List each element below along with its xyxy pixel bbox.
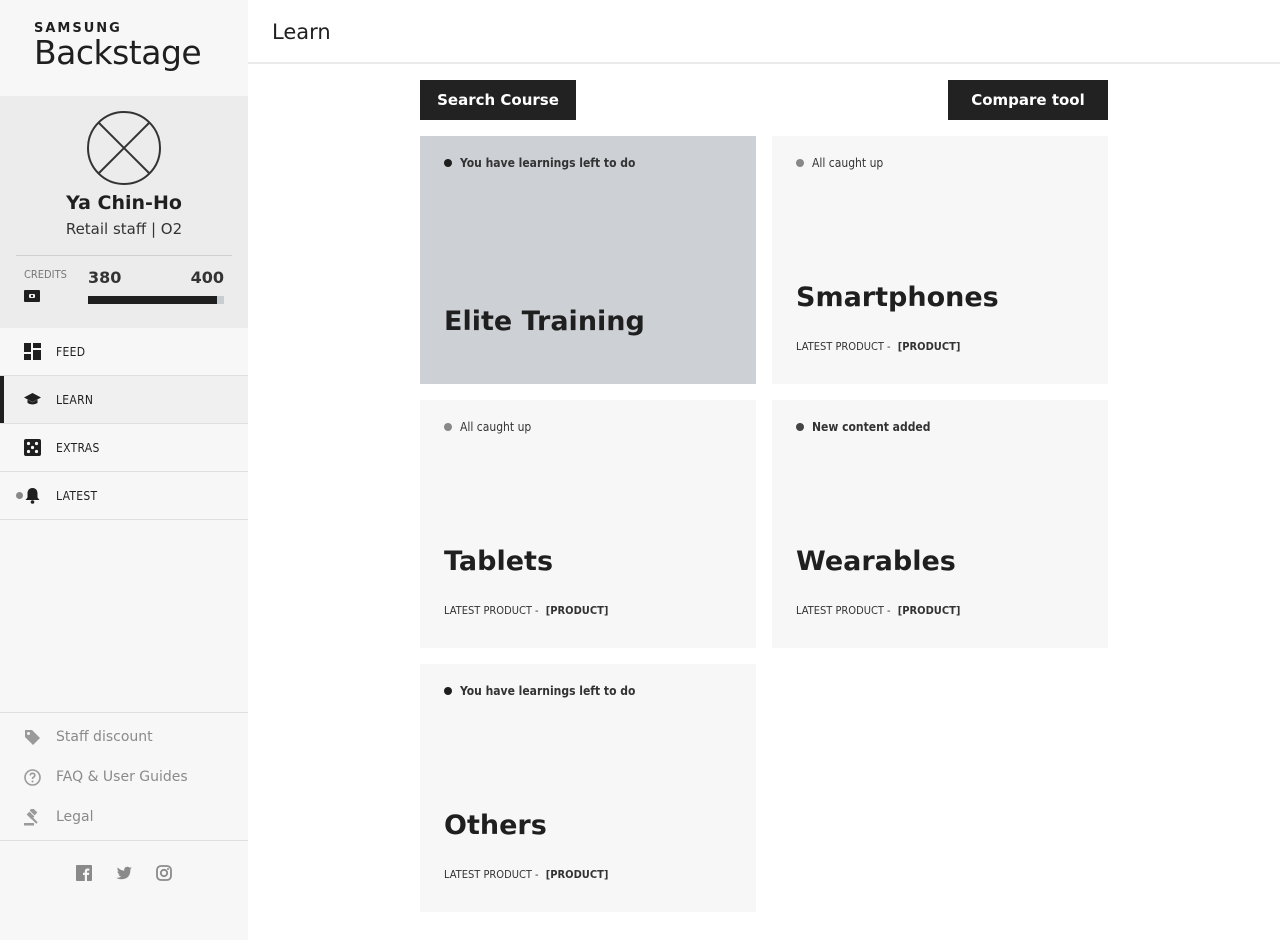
status-dot <box>444 159 452 167</box>
latest-product-value: [PRODUCT] <box>897 604 961 617</box>
graduation-cap-icon <box>24 393 41 405</box>
card-latest-product: LATEST PRODUCT - [PRODUCT] <box>444 604 608 617</box>
status-dot <box>796 159 804 167</box>
sidebar: SAMSUNG Backstage Ya Chin-Ho Retail staf… <box>0 0 248 940</box>
brand-name: Backstage <box>34 33 202 72</box>
nav-item-learn[interactable]: LEARN <box>0 376 248 424</box>
nav-item-extras[interactable]: EXTRAS <box>0 424 248 472</box>
card-status: All caught up <box>444 420 531 434</box>
dashboard-icon <box>24 343 41 360</box>
nav-label-learn: LEARN <box>56 392 94 407</box>
faq-link[interactable]: FAQ & User Guides <box>0 757 248 797</box>
brand-logo[interactable]: SAMSUNG Backstage <box>0 0 248 96</box>
help-circle-icon <box>24 768 41 786</box>
latest-product-label: LATEST PRODUCT - <box>796 604 891 617</box>
card-title: Wearables <box>796 546 956 577</box>
wallet-icon <box>24 290 40 302</box>
bell-icon <box>25 488 40 504</box>
latest-product-label: LATEST PRODUCT - <box>444 604 539 617</box>
card-status-text: You have learnings left to do <box>460 684 636 698</box>
credits-label: CREDITS <box>24 268 67 281</box>
staff-discount-label: Staff discount <box>56 729 153 745</box>
card-status-text: New content added <box>812 420 931 434</box>
card-title: Smartphones <box>796 282 999 313</box>
credits-progress-fill <box>88 296 218 304</box>
faq-label: FAQ & User Guides <box>56 769 188 785</box>
card-status: You have learnings left to do <box>444 684 635 698</box>
instagram-icon[interactable] <box>156 865 172 881</box>
notification-dot <box>16 492 23 499</box>
card-title: Others <box>444 810 547 841</box>
legal-link[interactable]: Legal <box>0 797 248 837</box>
course-card-tablets[interactable]: All caught up Tablets LATEST PRODUCT - [… <box>420 400 756 648</box>
avatar[interactable] <box>86 110 162 186</box>
credits-progress-bar <box>88 296 224 304</box>
twitter-icon[interactable] <box>116 865 132 881</box>
nav-item-feed[interactable]: FEED <box>0 328 248 376</box>
profile-role: Retail staff | O2 <box>65 220 183 238</box>
card-status: You have learnings left to do <box>444 156 635 170</box>
legal-label: Legal <box>56 809 94 825</box>
card-status: All caught up <box>796 156 883 170</box>
latest-product-value: [PRODUCT] <box>545 604 609 617</box>
status-dot <box>444 423 452 431</box>
tag-icon <box>25 729 40 745</box>
card-latest-product: LATEST PRODUCT - [PRODUCT] <box>796 604 960 617</box>
card-status-text: All caught up <box>812 156 884 170</box>
course-card-wearables[interactable]: New content added Wearables LATEST PRODU… <box>772 400 1108 648</box>
credits-value: 380 <box>88 268 122 287</box>
latest-product-label: LATEST PRODUCT - <box>444 868 539 881</box>
nav-label-extras: EXTRAS <box>56 440 100 455</box>
nav-label-latest: LATEST <box>56 488 98 503</box>
page-title: Learn <box>272 20 331 44</box>
card-latest-product: LATEST PRODUCT - [PRODUCT] <box>444 868 608 881</box>
search-course-button[interactable]: Search Course <box>420 80 576 120</box>
nav-label-feed: FEED <box>56 344 86 359</box>
facebook-icon[interactable] <box>76 865 92 881</box>
footer-links: Staff discount FAQ & User Guides Legal <box>0 712 248 837</box>
social-links <box>0 840 248 940</box>
card-status: New content added <box>796 420 930 434</box>
course-card-others[interactable]: You have learnings left to do Others LAT… <box>420 664 756 912</box>
gavel-icon <box>24 808 38 825</box>
page-header: Learn <box>248 0 1280 64</box>
latest-product-value: [PRODUCT] <box>545 868 609 881</box>
credits-max: 400 <box>190 268 224 287</box>
card-status-text: You have learnings left to do <box>460 156 636 170</box>
nav-item-latest[interactable]: LATEST <box>0 472 248 520</box>
dice-icon <box>24 439 41 456</box>
card-status-text: All caught up <box>460 420 532 434</box>
latest-product-label: LATEST PRODUCT - <box>796 340 891 353</box>
profile-panel: Ya Chin-Ho Retail staff | O2 CREDITS 380… <box>0 96 248 328</box>
status-dot <box>796 423 804 431</box>
latest-product-value: [PRODUCT] <box>897 340 961 353</box>
course-card-elite-training[interactable]: You have learnings left to do Elite Trai… <box>420 136 756 384</box>
card-title: Elite Training <box>444 306 645 337</box>
main-nav: FEED LEARN EXTRAS LATEST <box>0 328 248 520</box>
profile-divider <box>16 255 232 256</box>
staff-discount-link[interactable]: Staff discount <box>0 717 248 757</box>
profile-name: Ya Chin-Ho <box>66 192 182 214</box>
card-latest-product: LATEST PRODUCT - [PRODUCT] <box>796 340 960 353</box>
course-card-smartphones[interactable]: All caught up Smartphones LATEST PRODUCT… <box>772 136 1108 384</box>
status-dot <box>444 687 452 695</box>
card-title: Tablets <box>444 546 554 577</box>
compare-tool-button[interactable]: Compare tool <box>948 80 1108 120</box>
